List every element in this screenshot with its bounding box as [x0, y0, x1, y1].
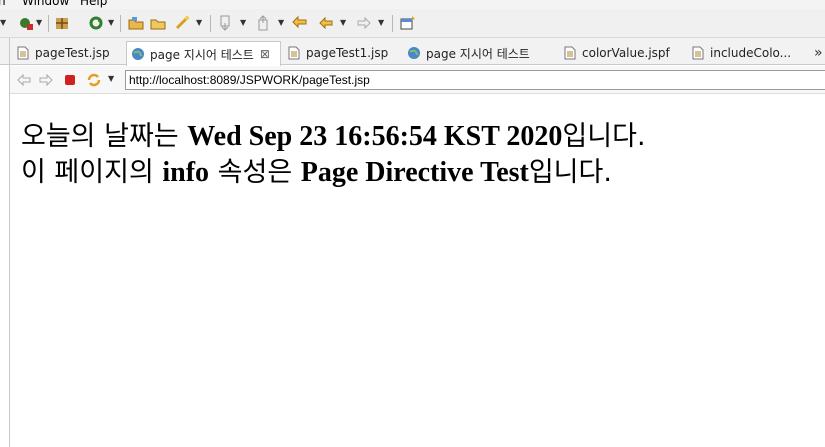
grid-icon[interactable]: [54, 15, 70, 31]
forward-icon[interactable]: [356, 15, 372, 31]
jsp-file-icon: [288, 46, 300, 60]
back-icon[interactable]: [318, 15, 334, 31]
tab-page-directive-test[interactable]: page 지시어 테스트: [403, 41, 553, 65]
browser-nav-bar: ▼ http://localhost:8089/JSPWORK/pageTest…: [10, 66, 825, 94]
tab-page-test1-jsp[interactable]: pageTest1.jsp: [283, 41, 401, 65]
jsp-file-icon: [692, 46, 704, 60]
debug-icon[interactable]: [18, 15, 34, 31]
date-line-prefix: 오늘의 날짜는: [21, 121, 188, 152]
tab-label: includeColo...: [710, 46, 792, 60]
stop-icon[interactable]: [62, 72, 78, 88]
menu-item-help[interactable]: Help: [80, 0, 107, 8]
info-line-suffix: 입니다.: [528, 157, 612, 188]
forward-icon[interactable]: [38, 72, 54, 88]
main-toolbar: ▼ ▼ ▼ ▼ ▼ ▼ ▼ ▼: [0, 9, 825, 38]
open-project-icon[interactable]: [128, 15, 144, 31]
toolbar-separator: [48, 15, 49, 32]
dropdown-arrow-icon[interactable]: ▼: [108, 74, 114, 84]
dropdown-arrow-icon[interactable]: ▼: [36, 18, 42, 28]
info-value: Page Directive Test: [300, 157, 529, 188]
new-window-icon[interactable]: [400, 15, 416, 31]
date-line: 오늘의 날짜는 Wed Sep 23 16:56:54 KST 2020입니다.: [21, 119, 646, 154]
dropdown-arrow-icon[interactable]: ▼: [378, 18, 384, 28]
tab-page-test-jsp[interactable]: pageTest.jsp: [12, 41, 124, 65]
tab-label: pageTest.jsp: [35, 46, 110, 60]
tab-label: page 지시어 테스트: [426, 46, 530, 61]
info-keyword: info: [162, 157, 210, 188]
tab-color-value-jspf[interactable]: colorValue.jspf: [559, 41, 684, 65]
tab-list-overflow-icon[interactable]: »: [814, 45, 825, 59]
info-line: 이 페이지의 info 속성은 Page Directive Test입니다.: [21, 155, 612, 190]
tab-include-color[interactable]: includeColo...: [687, 41, 807, 65]
tab-label: pageTest1.jsp: [306, 46, 389, 60]
dropdown-arrow-icon[interactable]: ▼: [0, 18, 6, 28]
toolbar-separator: [210, 15, 211, 32]
tab-page-directive-test-active[interactable]: page 지시어 테스트 ⊠: [126, 41, 281, 66]
globe-icon: [132, 48, 144, 60]
back-icon[interactable]: [16, 72, 32, 88]
jsp-file-icon: [17, 46, 29, 60]
toolbar-separator: [392, 15, 393, 32]
dropdown-arrow-icon[interactable]: ▼: [196, 18, 202, 28]
date-line-suffix: 입니다.: [562, 121, 646, 152]
tab-label: colorValue.jspf: [582, 46, 670, 60]
dropdown-arrow-icon[interactable]: ▼: [340, 18, 346, 28]
toolbar-separator: [120, 15, 121, 32]
open-folder-icon[interactable]: [150, 15, 166, 31]
next-annotation-icon[interactable]: [218, 15, 234, 31]
info-line-prefix: 이 페이지의: [21, 157, 163, 188]
wand-icon[interactable]: [174, 15, 190, 31]
dropdown-arrow-icon[interactable]: ▼: [108, 18, 114, 28]
refresh-icon[interactable]: [88, 15, 104, 31]
dropdown-arrow-icon[interactable]: ▼: [240, 18, 246, 28]
previous-annotation-icon[interactable]: [256, 15, 272, 31]
close-icon[interactable]: ⊠: [260, 47, 270, 61]
editor-tab-strip: pageTest.jsp page 지시어 테스트 ⊠ pageTest1.js…: [0, 38, 825, 66]
globe-icon: [408, 47, 420, 59]
info-line-middle: 속성은: [209, 157, 301, 188]
current-date: Wed Sep 23 16:56:54 KST 2020: [187, 121, 563, 152]
last-edit-location-icon[interactable]: [292, 15, 308, 31]
refresh-icon[interactable]: [86, 72, 102, 88]
browser-content: 오늘의 날짜는 Wed Sep 23 16:56:54 KST 2020입니다.…: [10, 95, 825, 447]
menu-bar: n Window Help: [0, 0, 825, 9]
tab-label: page 지시어 테스트: [150, 47, 254, 62]
dropdown-arrow-icon[interactable]: ▼: [278, 18, 284, 28]
jsp-file-icon: [564, 46, 576, 60]
menu-item-window[interactable]: Window: [22, 0, 69, 8]
menu-item-run[interactable]: n: [0, 0, 6, 8]
url-input[interactable]: http://localhost:8089/JSPWORK/pageTest.j…: [125, 70, 825, 90]
